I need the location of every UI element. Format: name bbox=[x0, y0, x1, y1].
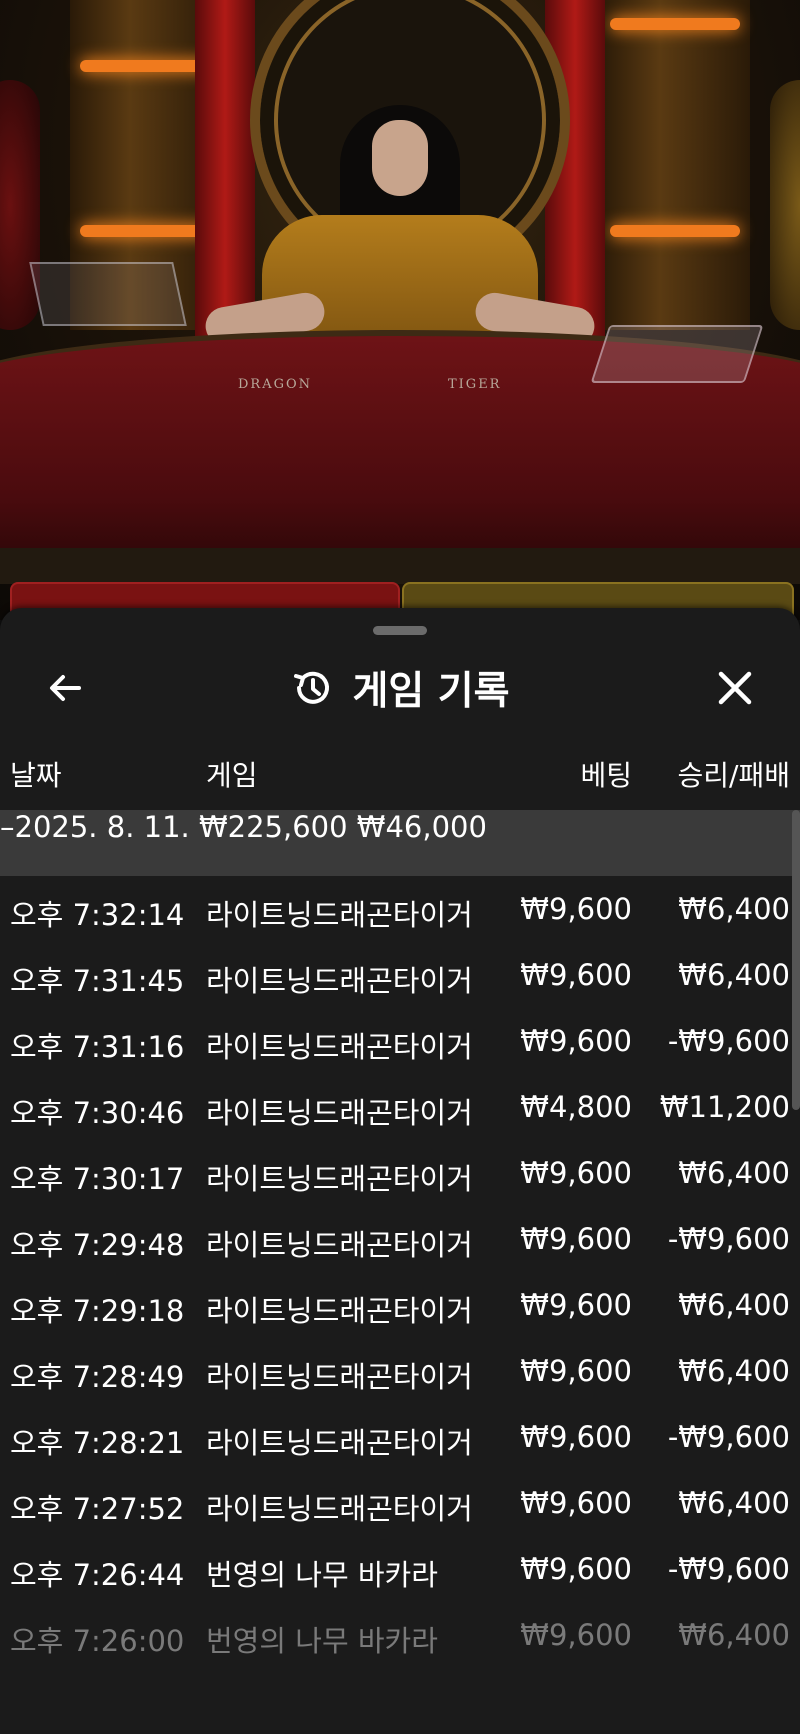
drag-handle[interactable] bbox=[373, 626, 427, 635]
game-history-sheet: 게임 기록 날짜 게임 베팅 승리/패배 –2025. 8. 11. ₩225,… bbox=[0, 608, 800, 1734]
row-bet: ₩9,600 bbox=[520, 892, 632, 926]
row-result: -₩9,600 bbox=[667, 1552, 790, 1586]
row-time: 오후 7:30:17 bbox=[10, 1162, 185, 1196]
row-bet: ₩4,800 bbox=[520, 1090, 632, 1124]
row-time: 오후 7:31:16 bbox=[10, 1030, 185, 1064]
row-bet: ₩9,600 bbox=[520, 958, 632, 992]
history-row[interactable]: 오후 7:28:49 라이트닝드래곤타이거 ₩9,600 ₩6,400 bbox=[0, 1338, 800, 1404]
card-holder bbox=[29, 262, 187, 326]
column-header-game: 게임 bbox=[206, 759, 258, 792]
history-row[interactable]: 오후 7:30:46 라이트닝드래곤타이거 ₩4,800 ₩11,200 bbox=[0, 1074, 800, 1140]
row-bet: ₩9,600 bbox=[520, 1354, 632, 1388]
row-time: 오후 7:28:21 bbox=[10, 1426, 185, 1460]
table-edge bbox=[0, 548, 800, 584]
date-group-result-total: ₩46,000 bbox=[356, 810, 487, 844]
row-bet: ₩9,600 bbox=[520, 1288, 632, 1322]
table-label-dragon: DRAGON bbox=[238, 377, 313, 392]
history-clock-icon bbox=[294, 671, 330, 704]
row-bet: ₩9,600 bbox=[520, 1156, 632, 1190]
row-result: -₩9,600 bbox=[667, 1222, 790, 1256]
history-row[interactable]: 오후 7:29:18 라이트닝드래곤타이거 ₩9,600 ₩6,400 bbox=[0, 1272, 800, 1338]
row-game: 라이트닝드래곤타이거 bbox=[206, 1294, 473, 1328]
history-row[interactable]: 오후 7:28:21 라이트닝드래곤타이거 ₩9,600 -₩9,600 bbox=[0, 1404, 800, 1470]
row-time: 오후 7:30:46 bbox=[10, 1096, 185, 1130]
row-time: 오후 7:26:44 bbox=[10, 1558, 185, 1592]
column-headers: 날짜 게임 베팅 승리/패배 bbox=[0, 754, 800, 814]
row-game: 라이트닝드래곤타이거 bbox=[206, 1096, 473, 1130]
tiger-decoration bbox=[770, 80, 800, 330]
history-row[interactable]: 오후 7:29:48 라이트닝드래곤타이거 ₩9,600 -₩9,600 bbox=[0, 1206, 800, 1272]
row-game: 번영의 나무 바카라 bbox=[206, 1624, 438, 1658]
row-result: ₩6,400 bbox=[678, 958, 790, 992]
history-row[interactable]: 오후 7:27:52 라이트닝드래곤타이거 ₩9,600 ₩6,400 bbox=[0, 1470, 800, 1536]
row-bet: ₩9,600 bbox=[520, 1486, 632, 1520]
row-time: 오후 7:28:49 bbox=[10, 1360, 185, 1394]
row-result: ₩6,400 bbox=[678, 1156, 790, 1190]
date-group-header[interactable]: –2025. 8. 11. ₩225,600 ₩46,000 bbox=[0, 810, 800, 876]
row-bet: ₩9,600 bbox=[520, 1222, 632, 1256]
history-row[interactable]: 오후 7:26:00 번영의 나무 바카라 ₩9,600 ₩6,400 bbox=[0, 1602, 800, 1668]
row-game: 라이트닝드래곤타이거 bbox=[206, 1030, 473, 1064]
history-row[interactable]: 오후 7:32:14 라이트닝드래곤타이거 ₩9,600 ₩6,400 bbox=[0, 876, 800, 942]
column-header-result: 승리/패배 bbox=[677, 759, 790, 792]
row-time: 오후 7:31:45 bbox=[10, 964, 185, 998]
date-group-label: –2025. 8. 11. bbox=[0, 810, 190, 844]
row-game: 라이트닝드래곤타이거 bbox=[206, 1492, 473, 1526]
row-game: 라이트닝드래곤타이거 bbox=[206, 1360, 473, 1394]
row-result: ₩6,400 bbox=[678, 892, 790, 926]
column-header-date: 날짜 bbox=[10, 759, 62, 792]
row-bet: ₩9,600 bbox=[520, 1420, 632, 1454]
row-game: 번영의 나무 바카라 bbox=[206, 1558, 438, 1592]
row-result: ₩6,400 bbox=[678, 1618, 790, 1652]
row-result: -₩9,600 bbox=[667, 1420, 790, 1454]
row-result: ₩6,400 bbox=[678, 1354, 790, 1388]
row-time: 오후 7:27:52 bbox=[10, 1492, 185, 1526]
dealer-face bbox=[372, 120, 428, 196]
row-bet: ₩9,600 bbox=[520, 1552, 632, 1586]
table-label-tiger: TIGER bbox=[448, 377, 502, 392]
red-panel-left bbox=[195, 0, 255, 340]
close-button[interactable] bbox=[707, 660, 763, 716]
row-game: 라이트닝드래곤타이거 bbox=[206, 1228, 473, 1262]
card-shoe bbox=[590, 325, 764, 383]
row-time: 오후 7:29:18 bbox=[10, 1294, 185, 1328]
date-group-bet-total: ₩225,600 bbox=[198, 810, 348, 844]
history-list: 오후 7:32:14 라이트닝드래곤타이거 ₩9,600 ₩6,400 오후 7:31:… bbox=[0, 876, 800, 1668]
row-game: 라이트닝드래곤타이거 bbox=[206, 1426, 473, 1460]
row-result: ₩6,400 bbox=[678, 1288, 790, 1322]
row-result: ₩11,200 bbox=[659, 1090, 790, 1124]
sheet-header: 게임 기록 bbox=[0, 648, 800, 728]
row-time: 오후 7:32:14 bbox=[10, 898, 185, 932]
right-pillar bbox=[600, 0, 750, 330]
row-game: 라이트닝드래곤타이거 bbox=[206, 898, 473, 932]
scrollbar[interactable] bbox=[792, 810, 800, 1110]
dragon-decoration bbox=[0, 80, 40, 330]
row-time: 오후 7:26:00 bbox=[10, 1624, 185, 1658]
row-time: 오후 7:29:48 bbox=[10, 1228, 185, 1262]
row-bet: ₩9,600 bbox=[520, 1618, 632, 1652]
column-header-bet: 베팅 bbox=[580, 759, 632, 792]
row-bet: ₩9,600 bbox=[520, 1024, 632, 1058]
history-row[interactable]: 오후 7:30:17 라이트닝드래곤타이거 ₩9,600 ₩6,400 bbox=[0, 1140, 800, 1206]
history-row[interactable]: 오후 7:31:45 라이트닝드래곤타이거 ₩9,600 ₩6,400 bbox=[0, 942, 800, 1008]
row-result: -₩9,600 bbox=[667, 1024, 790, 1058]
sheet-title: 게임 기록 bbox=[352, 669, 510, 714]
close-icon bbox=[718, 671, 752, 705]
history-row[interactable]: 오후 7:31:16 라이트닝드래곤타이거 ₩9,600 -₩9,600 bbox=[0, 1008, 800, 1074]
row-game: 라이트닝드래곤타이거 bbox=[206, 964, 473, 998]
row-game: 라이트닝드래곤타이거 bbox=[206, 1162, 473, 1196]
live-video-stream: DRAGON TIGER bbox=[0, 0, 800, 620]
row-result: ₩6,400 bbox=[678, 1486, 790, 1520]
history-row[interactable]: 오후 7:26:44 번영의 나무 바카라 ₩9,600 -₩9,600 bbox=[0, 1536, 800, 1602]
